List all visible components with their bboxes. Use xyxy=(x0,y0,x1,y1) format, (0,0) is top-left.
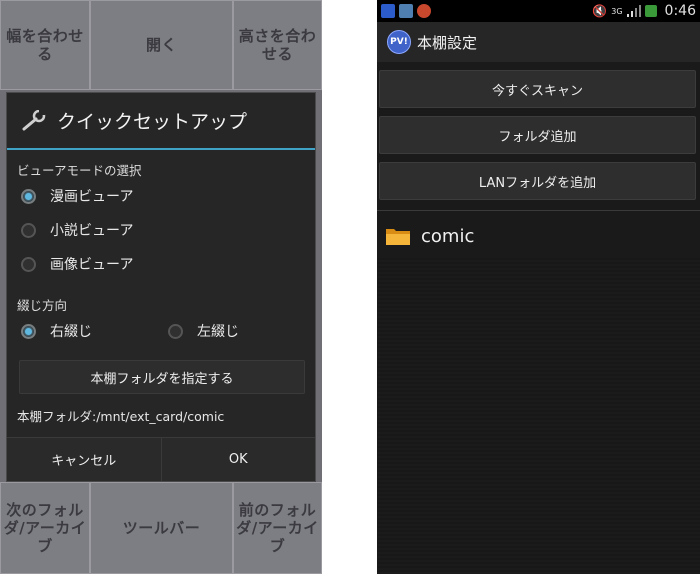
radio-label: 右綴じ xyxy=(50,324,92,340)
add-lan-folder-button[interactable]: LANフォルダを追加 xyxy=(379,162,696,200)
radio-novel-viewer[interactable]: 小説ビューア xyxy=(7,213,315,247)
open-tile[interactable]: 開く xyxy=(90,0,233,90)
radio-selected-icon xyxy=(21,323,36,339)
list-item[interactable]: comic xyxy=(377,211,700,261)
toolbar-tile[interactable]: ツールバー xyxy=(90,482,233,574)
tile-label: 開く xyxy=(145,36,177,54)
status-time: 0:46 xyxy=(664,3,696,19)
radio-unselected-icon xyxy=(168,323,183,339)
mute-icon: 🔇 xyxy=(592,4,608,18)
radio-label: 画像ビューア xyxy=(50,257,134,273)
tile-label: 次のフォルダ/アーカイブ xyxy=(3,501,87,555)
status-bar: 🔇 3G 0:46 xyxy=(377,0,700,22)
tile-label: ツールバー xyxy=(122,519,201,537)
battery-icon xyxy=(644,5,657,17)
ok-button[interactable]: OK xyxy=(160,438,316,481)
signal-icon xyxy=(626,5,641,17)
fit-height-tile[interactable]: 高さを合わせる xyxy=(233,0,322,90)
status-right: 🔇 3G 0:46 xyxy=(592,3,696,19)
tile-label: 前のフォルダ/アーカイブ xyxy=(236,501,319,555)
notification-app-icon xyxy=(381,4,395,18)
set-bookshelf-folder-button[interactable]: 本棚フォルダを指定する xyxy=(19,360,305,394)
radio-unselected-icon xyxy=(21,256,36,272)
radio-label: 小説ビューア xyxy=(50,223,134,239)
next-folder-tile[interactable]: 次のフォルダ/アーカイブ xyxy=(0,482,90,574)
network-type: 3G xyxy=(611,6,623,16)
app-logo-icon: PV! xyxy=(387,30,411,54)
binding-direction-label: 綴じ方向 xyxy=(17,298,68,313)
wrench-icon xyxy=(22,109,46,130)
dialog-title: クイックセットアップ xyxy=(57,111,248,133)
radio-selected-icon xyxy=(21,188,36,204)
viewer-mode-label: ビューアモードの選択 xyxy=(17,163,142,178)
folder-name: comic xyxy=(421,225,475,247)
scan-now-button[interactable]: 今すぐスキャン xyxy=(379,70,696,108)
prev-folder-tile[interactable]: 前のフォルダ/アーカイブ xyxy=(233,482,322,574)
radio-manga-viewer[interactable]: 漫画ビューア xyxy=(7,179,315,213)
bookshelf-folder-path: 本棚フォルダ:/mnt/ext_card/comic xyxy=(17,409,225,424)
radio-right-binding[interactable]: 右綴じ xyxy=(21,321,168,341)
image-notification-icon xyxy=(399,4,413,18)
left-phone-screen: 幅を合わせる 開く 高さを合わせる 次のフォルダ/アーカイブ ツールバー 前のフ… xyxy=(0,0,322,574)
empty-list-area xyxy=(377,258,700,574)
cancel-button[interactable]: キャンセル xyxy=(7,438,161,481)
dialog-title-divider xyxy=(7,148,315,150)
quick-setup-dialog: クイックセットアップ ビューアモードの選択 漫画ビューア 小説ビューア 画像ビュ… xyxy=(6,92,316,482)
alarm-icon xyxy=(417,4,431,18)
folder-icon xyxy=(386,229,410,245)
radio-label: 漫画ビューア xyxy=(50,189,134,205)
add-folder-button[interactable]: フォルダ追加 xyxy=(379,116,696,154)
radio-image-viewer[interactable]: 画像ビューア xyxy=(7,247,315,281)
tile-label: 高さを合わせる xyxy=(238,27,317,63)
binding-direction-options: 右綴じ 左綴じ xyxy=(7,314,315,348)
radio-unselected-icon xyxy=(21,222,36,238)
fit-width-tile[interactable]: 幅を合わせる xyxy=(0,0,90,90)
radio-label: 左綴じ xyxy=(197,324,239,340)
dialog-footer: キャンセル OK xyxy=(7,437,315,481)
right-phone-screen: 🔇 3G 0:46 PV! 本棚設定 今すぐスキャン フォルダ追加 LANフォル… xyxy=(377,0,700,574)
tile-label: 幅を合わせる xyxy=(6,27,84,63)
page-title: 本棚設定 xyxy=(417,33,478,52)
dialog-header: クイックセットアップ xyxy=(7,93,315,148)
radio-left-binding[interactable]: 左綴じ xyxy=(168,321,315,341)
app-bar: PV! 本棚設定 xyxy=(377,22,700,62)
